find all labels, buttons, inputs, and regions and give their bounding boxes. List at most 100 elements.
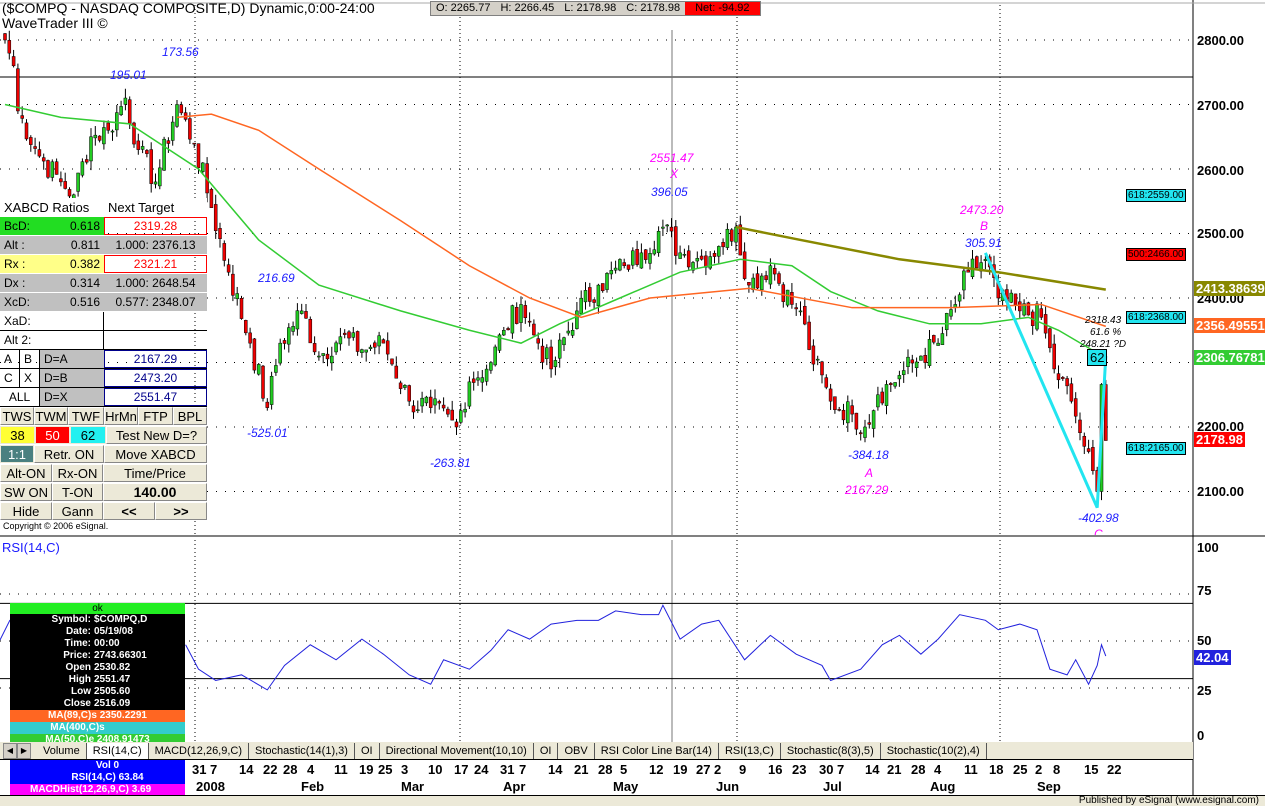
t-on-button[interactable]: T-ON: [52, 483, 103, 501]
all-button[interactable]: ALL: [0, 388, 40, 406]
candle-body: [166, 140, 171, 144]
date-tick: 22: [1107, 762, 1122, 777]
point-b-price: 2473.20: [960, 203, 1004, 217]
ratio-62-button[interactable]: 62: [71, 427, 105, 443]
tab-study[interactable]: Volume: [37, 742, 87, 759]
date-tick: 31: [192, 762, 207, 777]
twf-button[interactable]: TWF: [68, 407, 104, 425]
candle-body: [226, 264, 231, 273]
bpl-button[interactable]: BPL: [173, 407, 207, 425]
candle-body: [798, 310, 803, 313]
d-equals-a: D=A: [40, 350, 104, 368]
candle-body: [764, 275, 768, 280]
gann-button[interactable]: Gann: [52, 502, 103, 520]
candle-body: [304, 311, 308, 319]
tab-study[interactable]: OI: [534, 742, 559, 759]
ratio-50-button[interactable]: 50: [36, 427, 69, 443]
alt-on-button[interactable]: Alt-ON: [0, 464, 52, 482]
candle-body: [648, 253, 652, 264]
candle-body: [747, 282, 751, 286]
candle-body: [962, 270, 966, 291]
tab-study[interactable]: RSI Color Line Bar(14): [595, 742, 719, 759]
tab-study[interactable]: Stochastic(8(3),5): [781, 742, 881, 759]
tab-study[interactable]: Directional Movement(10,10): [380, 742, 534, 759]
tab-study[interactable]: OBV: [558, 742, 595, 759]
candle-body: [308, 318, 313, 344]
price-tick: 2700.00: [1197, 98, 1244, 113]
candle-body: [450, 409, 454, 421]
date-tick: 28: [598, 762, 613, 777]
time-price-value[interactable]: 140.00: [103, 483, 207, 501]
fib-target-tag: 618:2368.00: [1126, 311, 1186, 324]
hrmn-button[interactable]: HrMn: [104, 407, 138, 425]
panel-header-target: Next Target: [108, 199, 175, 215]
sw-on-button[interactable]: SW ON: [0, 483, 52, 501]
macd-readout: MACDHist(12,26,9,C) 3.69: [10, 784, 185, 795]
rx-on-button[interactable]: Rx-ON: [52, 464, 103, 482]
next-button[interactable]: >>: [155, 502, 207, 520]
candle-body: [502, 330, 506, 336]
candle-body: [381, 339, 386, 344]
candle-body: [833, 396, 837, 411]
candle-body: [196, 143, 201, 169]
tab-scroll-right[interactable]: ▶: [17, 742, 31, 759]
ratio-label: XcD:: [4, 295, 31, 309]
tab-scroll-left[interactable]: ◀: [3, 742, 17, 759]
candle-body: [140, 146, 145, 150]
tab-study[interactable]: RSI(14,C): [86, 742, 149, 759]
tab-study[interactable]: Stochastic(14(1),3): [249, 742, 355, 759]
point-b-button[interactable]: B: [20, 350, 40, 368]
candle-body: [93, 134, 98, 139]
date-tick: 22: [263, 762, 278, 777]
point-c-button[interactable]: C: [0, 369, 20, 387]
xabcd-pattern-line: [984, 252, 1108, 509]
prev-button[interactable]: <<: [103, 502, 155, 520]
candle-body: [1091, 447, 1095, 471]
candle-body: [510, 305, 515, 334]
candle-body: [218, 228, 222, 239]
date-tick: 28: [911, 762, 926, 777]
retr-on-button[interactable]: Retr. ON: [34, 445, 104, 463]
price-tick: 2600.00: [1197, 163, 1244, 178]
field-value: 2505.60: [94, 686, 131, 697]
move-xabcd-button[interactable]: Move XABCD: [104, 445, 207, 463]
candle-body: [854, 412, 859, 430]
ratio-38-button[interactable]: 38: [1, 427, 34, 443]
candle-body: [407, 385, 411, 402]
candle-body: [115, 112, 119, 131]
candle-body: [256, 364, 261, 375]
twm-button[interactable]: TWM: [34, 407, 68, 425]
candle-body: [295, 310, 300, 330]
candle-body: [312, 343, 317, 353]
point-a-button[interactable]: A: [0, 350, 20, 368]
point-x-button[interactable]: X: [20, 369, 40, 387]
candle-body: [768, 265, 773, 285]
tab-study[interactable]: MACD(12,26,9,C): [149, 742, 250, 759]
ftp-button[interactable]: FTP: [138, 407, 173, 425]
candle-body: [54, 161, 59, 175]
tws-button[interactable]: TWS: [0, 407, 34, 425]
candle-body: [824, 377, 829, 388]
tab-study[interactable]: Stochastic(10(2),4): [881, 742, 987, 759]
candle-body: [755, 273, 760, 289]
data-window-row: Close 2516.09: [10, 698, 185, 710]
time-price-button[interactable]: Time/Price: [103, 464, 207, 482]
tab-study[interactable]: RSI(13,C): [719, 742, 781, 759]
hide-button[interactable]: Hide: [0, 502, 52, 520]
candle-body: [790, 292, 794, 305]
candle-body: [729, 229, 734, 242]
candle-body: [532, 323, 536, 336]
candle-body: [76, 172, 80, 192]
one-to-one-button[interactable]: 1:1: [1, 446, 33, 462]
candle-body: [50, 161, 55, 178]
test-new-d-button[interactable]: Test New D=?: [106, 426, 207, 444]
date-tick: 16: [768, 762, 783, 777]
candle-body: [803, 306, 807, 325]
field-value: 05/19/08: [94, 626, 133, 637]
candle-body: [975, 256, 979, 269]
field-value: 2530.82: [94, 662, 131, 673]
candle-body: [785, 289, 790, 306]
tab-study[interactable]: OI: [355, 742, 380, 759]
candle-body: [622, 262, 626, 267]
candle-body: [712, 253, 717, 257]
